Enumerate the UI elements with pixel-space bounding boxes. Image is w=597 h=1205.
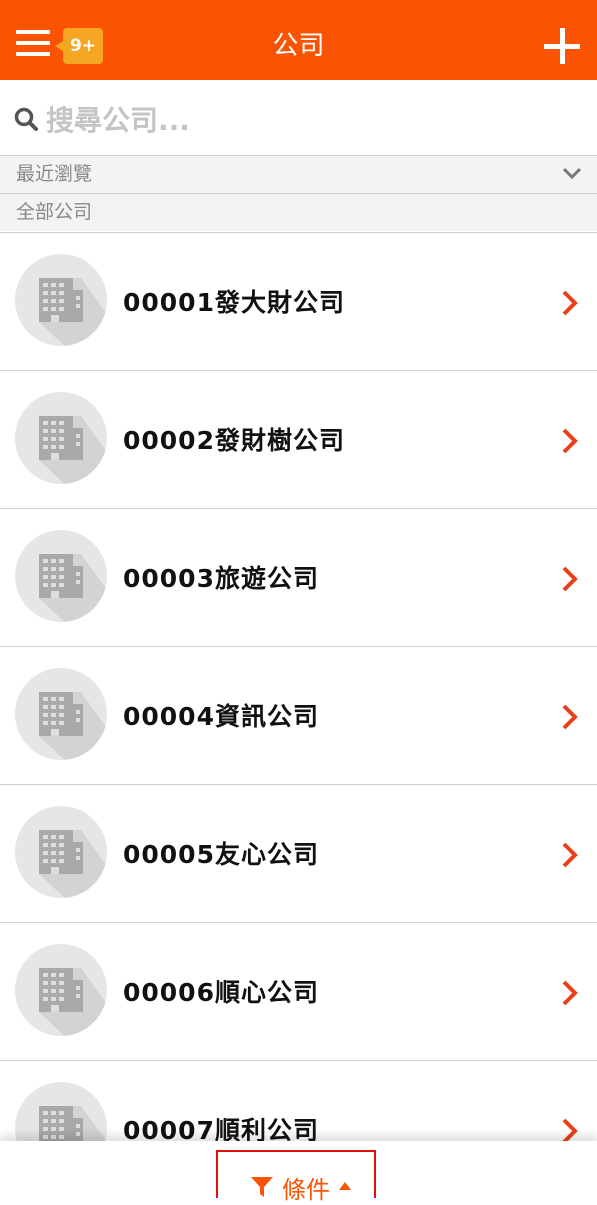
company-name: 00002發財樹公司: [123, 426, 345, 455]
company-row[interactable]: 00006順心公司: [0, 923, 597, 1061]
all-companies-label: 全部公司: [16, 201, 93, 223]
bottom-toolbar: 條件: [0, 1141, 597, 1204]
funnel-icon: [251, 1177, 273, 1197]
company-name: 00003旅遊公司: [123, 564, 319, 593]
search-input[interactable]: [46, 98, 566, 142]
company-name: 00007順利公司: [123, 1116, 319, 1143]
building-icon: [15, 944, 107, 1036]
company-row[interactable]: 00005友心公司: [0, 785, 597, 923]
building-icon: [15, 1082, 107, 1143]
company-row[interactable]: 00002發財樹公司: [0, 371, 597, 509]
company-row[interactable]: 00004資訊公司: [0, 647, 597, 785]
all-companies-section-header: 全部公司: [0, 193, 597, 231]
recent-section-header[interactable]: 最近瀏覽: [0, 155, 597, 193]
chevron-right-icon[interactable]: [560, 979, 580, 1007]
chevron-right-icon[interactable]: [560, 1117, 580, 1143]
company-name: 00006順心公司: [123, 978, 319, 1007]
company-name: 00004資訊公司: [123, 702, 319, 731]
chevron-right-icon[interactable]: [560, 289, 580, 317]
chevron-right-icon[interactable]: [560, 841, 580, 869]
chevron-down-icon[interactable]: [562, 166, 582, 180]
building-icon: [15, 530, 107, 622]
chevron-right-icon[interactable]: [560, 565, 580, 593]
company-name: 00001發大財公司: [123, 288, 345, 317]
plus-icon[interactable]: [544, 28, 580, 64]
caret-up-icon: [339, 1182, 351, 1190]
company-name: 00005友心公司: [123, 840, 319, 869]
company-row[interactable]: 00003旅遊公司: [0, 509, 597, 647]
filter-label: 條件: [282, 1176, 330, 1204]
app-header: 9+ 公司: [0, 0, 597, 80]
company-row[interactable]: 00007順利公司: [0, 1061, 597, 1143]
building-icon: [15, 392, 107, 484]
search-icon: [14, 107, 38, 131]
recent-section-label: 最近瀏覽: [16, 163, 93, 185]
chevron-right-icon[interactable]: [560, 703, 580, 731]
filter-button[interactable]: 條件: [216, 1150, 376, 1204]
building-icon: [15, 806, 107, 898]
building-icon: [15, 254, 107, 346]
building-icon: [15, 668, 107, 760]
company-list: 00001發大財公司 00002發財樹公司 00003旅遊公司 00004資訊公…: [0, 232, 597, 1143]
company-row[interactable]: 00001發大財公司: [0, 233, 597, 371]
chevron-right-icon[interactable]: [560, 427, 580, 455]
page-title: 公司: [272, 31, 325, 61]
